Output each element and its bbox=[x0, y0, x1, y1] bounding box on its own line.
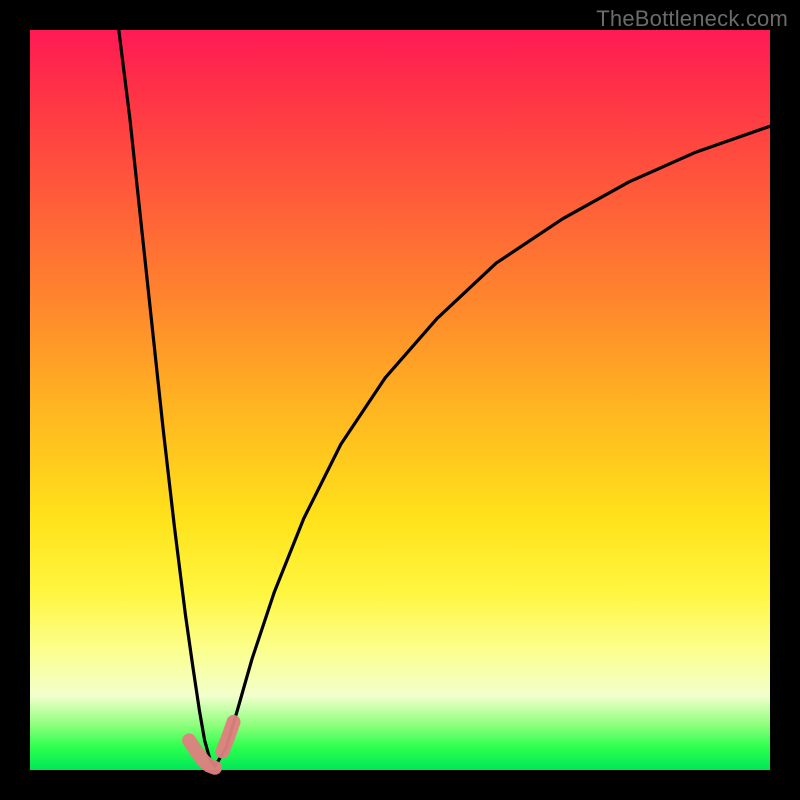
plot-area bbox=[30, 30, 770, 770]
series-right-branch bbox=[215, 126, 770, 766]
chart-canvas: TheBottleneck.com bbox=[0, 0, 800, 800]
marker-thick-segment-right bbox=[222, 722, 233, 752]
marker-group bbox=[189, 722, 233, 768]
series-group bbox=[119, 30, 770, 766]
series-left-branch bbox=[119, 30, 215, 766]
marker-thick-segment-left bbox=[189, 740, 215, 767]
curves-svg bbox=[30, 30, 770, 770]
watermark-text: TheBottleneck.com bbox=[596, 6, 788, 32]
